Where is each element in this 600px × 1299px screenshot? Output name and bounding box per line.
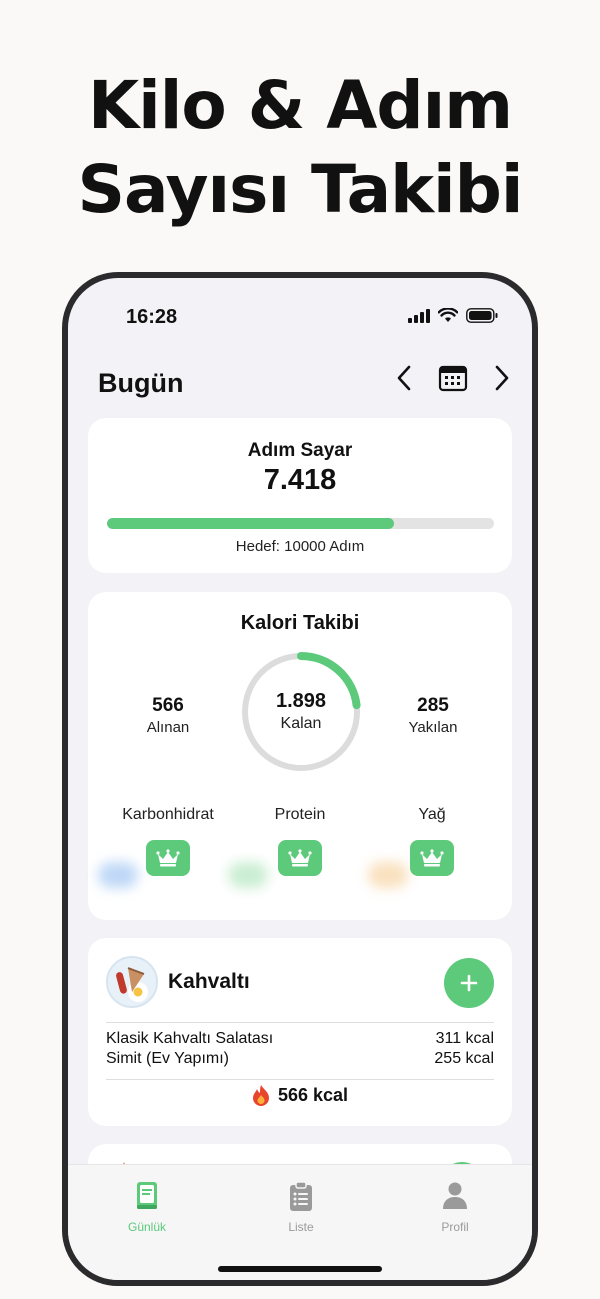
step-counter-title: Adım Sayar bbox=[247, 440, 353, 461]
page-title: Bugün bbox=[98, 368, 184, 398]
calories-consumed: 566 Alınan bbox=[113, 695, 223, 736]
macro-fat-blurred bbox=[368, 862, 408, 888]
tab-profile[interactable]: Profil bbox=[410, 1181, 500, 1234]
macro-carbs-label: Karbonhidrat bbox=[122, 806, 214, 823]
calorie-card: Kalori Takibi 566 Alınan 1.898 Kalan 285… bbox=[88, 592, 512, 920]
breakfast-card[interactable]: Kahvaltı Klasik Kahvaltı Salatası 311 kc… bbox=[88, 938, 512, 1126]
headline-line-1: Kilo & Adım bbox=[88, 67, 513, 144]
macro-protein-label: Protein bbox=[274, 806, 326, 823]
tab-profile-label: Profil bbox=[441, 1220, 469, 1234]
macro-carbs: Karbonhidrat bbox=[98, 806, 238, 824]
calorie-title: Kalori Takibi bbox=[240, 612, 360, 634]
meal-title: Kahvaltı bbox=[168, 970, 250, 993]
macro-fat-label: Yağ bbox=[418, 806, 446, 823]
signal-icon bbox=[408, 308, 430, 323]
tab-daily[interactable]: Günlük bbox=[102, 1181, 192, 1234]
food-name: Klasik Kahvaltı Salatası bbox=[106, 1030, 274, 1047]
burned-value: 285 bbox=[417, 695, 449, 716]
chevron-right-icon[interactable] bbox=[494, 364, 510, 392]
step-progress-fill bbox=[107, 518, 395, 529]
divider bbox=[106, 1079, 494, 1080]
food-name: Simit (Ev Yapımı) bbox=[106, 1050, 229, 1067]
step-goal: Hedef: 10000 Adım bbox=[235, 538, 365, 555]
person-icon bbox=[443, 1182, 467, 1209]
calories-burned: 285 Yakılan bbox=[378, 695, 488, 736]
headline-line-2: Sayısı Takibi bbox=[77, 151, 523, 228]
remaining-label: Kalan bbox=[280, 715, 322, 732]
consumed-label: Alınan bbox=[146, 719, 190, 736]
divider bbox=[106, 1022, 494, 1023]
food-item[interactable]: Klasik Kahvaltı Salatası 311 kcal bbox=[106, 1030, 494, 1048]
macro-fat: Yağ bbox=[362, 806, 502, 824]
flame-icon bbox=[252, 1085, 269, 1106]
clipboard-icon bbox=[290, 1181, 312, 1211]
premium-protein-button[interactable] bbox=[278, 840, 322, 876]
macro-protein: Protein bbox=[230, 806, 370, 824]
macro-protein-blurred bbox=[228, 862, 268, 888]
premium-fat-button[interactable] bbox=[410, 840, 454, 876]
tab-list-label: Liste bbox=[288, 1220, 314, 1234]
date-navigation bbox=[396, 364, 510, 392]
step-progress-track bbox=[107, 518, 494, 529]
consumed-value: 566 bbox=[152, 695, 184, 716]
battery-icon bbox=[466, 308, 498, 323]
wifi-icon bbox=[438, 308, 458, 322]
phone-frame: 16:28 Bugün Adım Sayar 7.418 Hedef: 1000… bbox=[62, 272, 538, 1286]
plus-icon bbox=[460, 974, 478, 992]
crown-icon bbox=[288, 849, 312, 867]
tab-bar: Günlük Liste Profil bbox=[68, 1164, 532, 1280]
food-kcal: 255 kcal bbox=[434, 1050, 494, 1067]
home-indicator bbox=[218, 1266, 382, 1272]
marketing-headline: Kilo & Adım Sayısı Takibi bbox=[0, 64, 600, 232]
food-kcal: 311 kcal bbox=[435, 1030, 494, 1047]
premium-carbs-button[interactable] bbox=[146, 840, 190, 876]
status-time: 16:28 bbox=[126, 306, 178, 328]
meal-total-kcal: 566 kcal bbox=[277, 1084, 349, 1105]
status-icons bbox=[408, 308, 498, 323]
tab-list[interactable]: Liste bbox=[256, 1181, 346, 1234]
calories-remaining: 1.898 Kalan bbox=[241, 690, 361, 733]
add-food-button[interactable] bbox=[444, 958, 494, 1008]
crown-icon bbox=[156, 849, 180, 867]
breakfast-icon bbox=[106, 956, 158, 1008]
food-item[interactable]: Simit (Ev Yapımı) 255 kcal bbox=[106, 1050, 494, 1068]
remaining-value: 1.898 bbox=[275, 690, 327, 712]
step-counter-card[interactable]: Adım Sayar 7.418 Hedef: 10000 Adım bbox=[88, 418, 512, 573]
macro-carbs-blurred bbox=[98, 862, 138, 888]
calendar-icon[interactable] bbox=[438, 364, 468, 392]
book-icon bbox=[137, 1182, 157, 1209]
meal-total: 566 kcal bbox=[88, 1084, 512, 1106]
chevron-left-icon[interactable] bbox=[396, 364, 412, 392]
crown-icon bbox=[420, 849, 444, 867]
burned-label: Yakılan bbox=[408, 719, 458, 736]
step-count: 7.418 bbox=[263, 464, 337, 496]
tab-daily-label: Günlük bbox=[127, 1220, 167, 1234]
